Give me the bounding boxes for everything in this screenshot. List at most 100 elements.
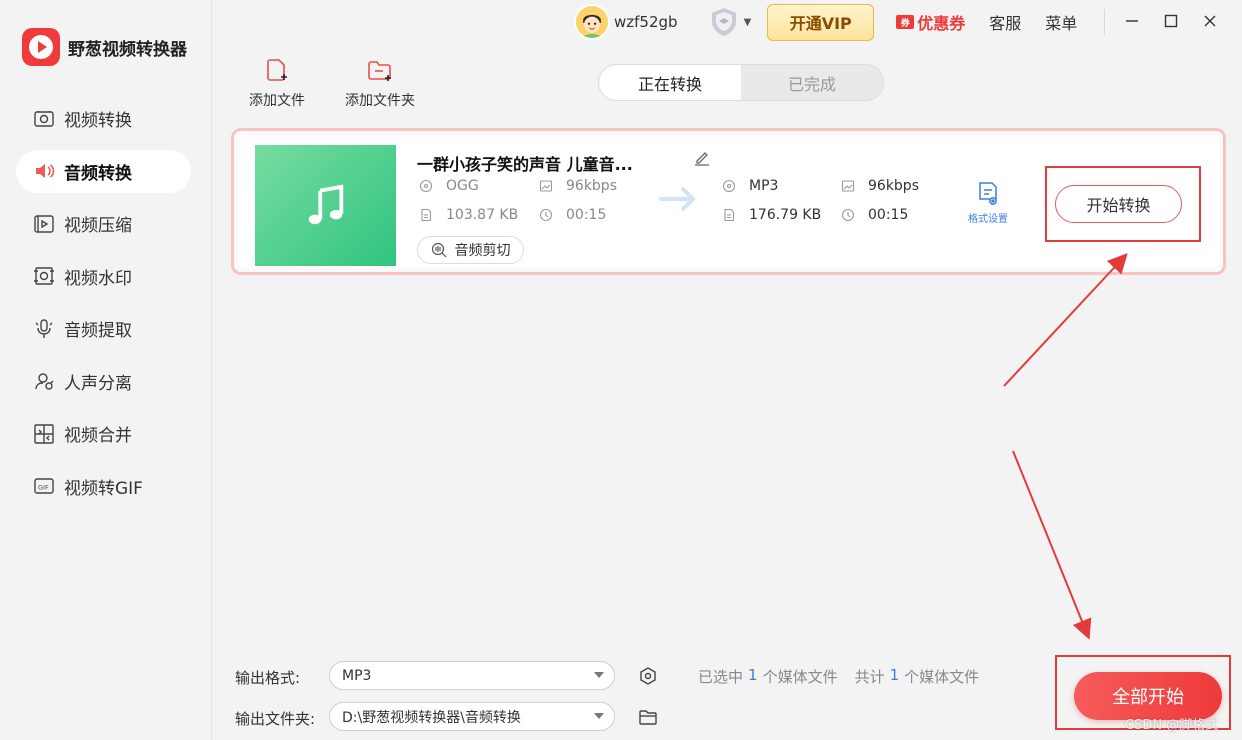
audio-clip-button[interactable]: 音频剪切	[417, 236, 524, 264]
chevron-down-icon: ▼	[743, 16, 752, 28]
audio-thumbnail	[255, 145, 396, 266]
sidebar-item-video-gif[interactable]: GIF 视频转GIF	[16, 465, 191, 508]
source-duration: 00:15	[539, 207, 606, 223]
output-settings-icon[interactable]	[638, 666, 658, 686]
video-merge-icon	[33, 423, 55, 445]
start-all-button[interactable]: 全部开始	[1074, 672, 1222, 720]
sidebar-item-label: 音频提取	[64, 321, 132, 341]
total-prefix: 共计	[854, 668, 885, 686]
sidebar-item-label: 视频转GIF	[64, 478, 143, 499]
target-duration-value: 00:15	[868, 207, 909, 223]
sidebar-item-label: 音频转换	[64, 163, 132, 184]
target-format: MP3	[722, 178, 778, 194]
bitrate-icon	[841, 179, 855, 193]
minimize-icon[interactable]	[1122, 11, 1142, 31]
service-link[interactable]: 客服	[989, 10, 1021, 34]
app-logo-icon	[22, 28, 60, 66]
output-folder-value: D:\野葱视频转换器\音频转换	[342, 709, 521, 726]
vocal-separate-icon	[33, 370, 55, 392]
sidebar-item-label: 视频合并	[64, 426, 132, 446]
sidebar-item-video-watermark[interactable]: 视频水印	[16, 255, 191, 298]
vip-button[interactable]: 开通VIP	[767, 3, 875, 41]
sidebar-item-video-merge[interactable]: 视频合并	[16, 412, 191, 455]
add-file-label: 添加文件	[249, 93, 305, 109]
video-gif-icon: GIF	[33, 475, 55, 497]
target-bitrate: 96kbps	[841, 178, 919, 194]
target-size: 176.79 KB	[722, 207, 821, 223]
video-convert-icon	[33, 108, 55, 130]
sidebar-item-video-compress[interactable]: 视频压缩	[16, 202, 191, 245]
output-format-value: MP3	[342, 667, 372, 684]
output-format-label: 输出格式:	[235, 669, 301, 687]
shield-icon	[711, 8, 736, 36]
sidebar-item-audio-convert[interactable]: 音频转换	[16, 149, 191, 193]
avatar[interactable]	[574, 4, 610, 40]
sidebar-item-label: 视频转换	[64, 111, 132, 131]
selected-prefix: 已选中	[698, 668, 744, 686]
target-duration: 00:15	[841, 207, 908, 223]
video-watermark-icon	[33, 265, 55, 287]
total-count: 1	[889, 666, 900, 684]
sidebar-item-vocal-separate[interactable]: 人声分离	[16, 360, 191, 403]
video-compress-icon	[33, 213, 55, 235]
source-size-value: 103.87 KB	[446, 207, 519, 223]
output-format-select[interactable]: MP3	[329, 661, 615, 690]
coupon-label: 优惠券	[917, 14, 966, 33]
sidebar-item-label: 人声分离	[64, 373, 132, 394]
conversion-tabs: 正在转换 已完成	[598, 64, 884, 101]
clock-icon	[539, 208, 553, 222]
source-bitrate-value: 96kbps	[566, 178, 617, 194]
file-size-icon	[419, 208, 433, 222]
add-folder-button[interactable]: 添加文件夹	[345, 58, 415, 110]
format-icon	[419, 179, 433, 193]
membership-badge[interactable]: ▼	[708, 6, 752, 38]
output-folder-label: 输出文件夹:	[235, 710, 316, 728]
sidebar-item-label: 视频水印	[64, 268, 132, 289]
audio-clip-icon	[431, 242, 446, 258]
username[interactable]: wzf52gb	[614, 13, 678, 31]
convert-arrow-icon	[659, 185, 699, 217]
bitrate-icon	[539, 179, 553, 193]
app-title: 野葱视频转换器	[68, 39, 187, 60]
edit-title-icon[interactable]	[693, 149, 711, 171]
coupon-icon: 券	[896, 15, 915, 29]
tab-completed[interactable]: 已完成	[741, 65, 883, 100]
add-folder-icon	[368, 61, 391, 81]
selected-suffix: 个媒体文件	[762, 668, 838, 686]
format-settings-label: 格式设置	[968, 214, 1008, 225]
audio-clip-label: 音频剪切	[454, 243, 511, 259]
audio-extract-icon	[33, 318, 55, 340]
close-icon[interactable]	[1200, 11, 1220, 31]
sidebar-item-video-convert[interactable]: 视频转换	[16, 97, 191, 140]
app-logo: 野葱视频转换器	[22, 28, 187, 66]
annotation-arrow-up	[1003, 253, 1128, 387]
add-folder-label: 添加文件夹	[345, 93, 415, 109]
tab-converting[interactable]: 正在转换	[599, 65, 741, 100]
chevron-down-icon	[594, 672, 604, 678]
output-folder-select[interactable]: D:\野葱视频转换器\音频转换	[329, 702, 615, 731]
sidebar-item-label: 视频压缩	[64, 216, 132, 236]
target-size-value: 176.79 KB	[749, 207, 822, 223]
sidebar-item-audio-extract[interactable]: 音频提取	[16, 307, 191, 350]
target-bitrate-value: 96kbps	[868, 178, 919, 194]
total-suffix: 个媒体文件	[904, 668, 980, 686]
annotation-arrow-down	[1012, 450, 1092, 640]
topbar-divider	[1104, 9, 1105, 35]
add-file-button[interactable]: 添加文件	[249, 58, 305, 110]
top-bar: wzf52gb ▼ 开通VIP 券 优惠券 客服 菜单	[560, 0, 1077, 44]
format-settings-button[interactable]: 格式设置	[968, 181, 1008, 225]
source-format: OGG	[419, 178, 479, 194]
audio-convert-icon	[33, 160, 55, 182]
watermark: CSDN @脚格式	[1125, 718, 1219, 733]
menu-link[interactable]: 菜单	[1045, 10, 1077, 34]
maximize-icon[interactable]	[1161, 11, 1181, 31]
folder-icon[interactable]	[638, 707, 658, 727]
coupon-link[interactable]: 券 优惠券	[896, 10, 965, 34]
source-format-value: OGG	[446, 178, 479, 194]
target-format-value: MP3	[749, 178, 779, 194]
chevron-down-icon	[594, 713, 604, 719]
format-settings-icon	[979, 182, 997, 205]
source-bitrate: 96kbps	[539, 178, 617, 194]
file-title: 一群小孩子笑的声音 儿童音...	[417, 155, 633, 174]
sidebar-nav: 视频转换 音频转换 视频压缩 视频水印 音频提取 人声分离 视频合并 GIF 视…	[16, 97, 191, 517]
